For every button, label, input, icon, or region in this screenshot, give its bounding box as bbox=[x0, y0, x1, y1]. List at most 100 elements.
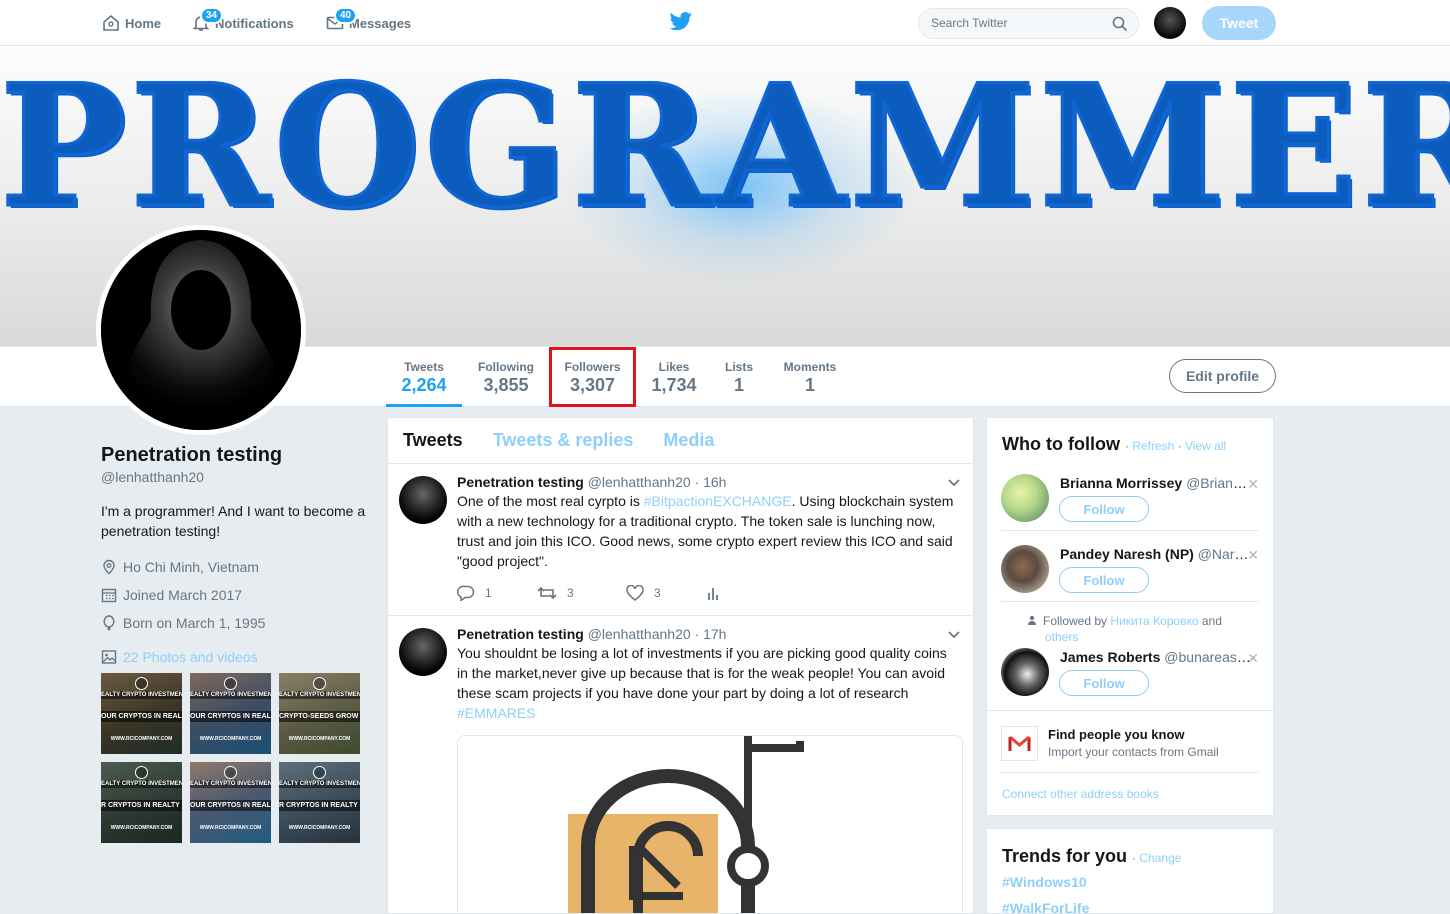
location-pin-icon bbox=[103, 559, 115, 575]
like-action[interactable]: 3 bbox=[626, 585, 706, 601]
suggestion-avatar[interactable] bbox=[1001, 545, 1049, 593]
stat-followers-value: 3,307 bbox=[569, 375, 616, 395]
profile-avatar[interactable] bbox=[96, 225, 306, 435]
suggestion-fullname: James Roberts bbox=[1060, 649, 1161, 665]
stat-likes[interactable]: Likes 1,734 bbox=[645, 347, 703, 407]
thumb-url-text: WWW.RCICOMPANY.COM bbox=[110, 736, 173, 742]
tweet-author-handle[interactable]: @lenhatthanh20 bbox=[588, 474, 691, 490]
tweet-button[interactable]: Tweet bbox=[1202, 6, 1276, 40]
search-box[interactable] bbox=[918, 8, 1139, 39]
dismiss-icon[interactable]: ✕ bbox=[1247, 547, 1259, 564]
profile-name[interactable]: Penetration testing bbox=[101, 444, 371, 467]
chevron-down-icon[interactable] bbox=[947, 630, 961, 640]
tweet-media-image[interactable] bbox=[457, 735, 963, 913]
photo-thumb[interactable]: EALTY CRYPTO INVESTMENT H OUR CRYPTOS IN … bbox=[101, 673, 182, 754]
suggestion-name[interactable]: James Roberts @bunareastrada bbox=[1060, 649, 1254, 665]
tweet-text-part: One of the most real cyrpto is bbox=[457, 493, 644, 509]
change-trends-link[interactable]: Change bbox=[1139, 851, 1181, 865]
stat-following[interactable]: Following 3,855 bbox=[470, 347, 542, 407]
profile-sidebar: Penetration testing @lenhatthanh20 I'm a… bbox=[101, 444, 371, 843]
refresh-link[interactable]: Refresh bbox=[1132, 439, 1174, 453]
twitter-bird-icon[interactable] bbox=[669, 12, 693, 35]
view-all-link[interactable]: View all bbox=[1185, 439, 1226, 453]
joined-text: Joined March 2017 bbox=[123, 587, 243, 603]
profile-handle[interactable]: @lenhatthanh20 bbox=[101, 469, 371, 485]
followed-by-others-link[interactable]: others bbox=[1045, 630, 1078, 644]
search-icon[interactable] bbox=[1112, 16, 1128, 32]
analytics-action[interactable] bbox=[706, 585, 786, 601]
follow-button[interactable]: Follow bbox=[1059, 567, 1149, 593]
account-avatar[interactable] bbox=[1154, 7, 1186, 39]
rci-logo-icon bbox=[313, 677, 326, 690]
stat-following-label: Following bbox=[478, 360, 534, 374]
photos-videos-link[interactable]: 22 Photos and videos bbox=[101, 649, 371, 665]
trend-item[interactable]: #Windows10 bbox=[1002, 874, 1087, 890]
top-navigation: Home 34 Notifications 40 Messages Tweet bbox=[0, 0, 1450, 46]
follow-button[interactable]: Follow bbox=[1059, 670, 1149, 696]
tweet-item[interactable]: Penetration testing @lenhatthanh20 · 16h… bbox=[388, 464, 973, 616]
tab-media[interactable]: Media bbox=[663, 430, 714, 451]
nav-messages[interactable]: 40 Messages bbox=[326, 0, 411, 46]
retweet-action[interactable]: 3 bbox=[537, 585, 626, 601]
followed-by-user-link[interactable]: Никита Коровко bbox=[1110, 614, 1198, 628]
followed-by-text: and bbox=[1201, 614, 1222, 628]
suggestion-name[interactable]: Pandey Naresh (NP) @NareshPandey bbox=[1060, 546, 1254, 562]
tweet-author-name[interactable]: Penetration testing bbox=[457, 626, 584, 642]
chevron-down-icon[interactable] bbox=[947, 478, 961, 488]
suggestion-item[interactable]: Brianna Morrissey @BriannaMorrissey ✕ Fo… bbox=[1001, 474, 1259, 528]
tweet-avatar[interactable] bbox=[399, 628, 447, 676]
tweet-author-handle[interactable]: @lenhatthanh20 bbox=[588, 626, 691, 642]
trends-heading: Trends for you bbox=[1002, 846, 1128, 866]
suggestion-avatar[interactable] bbox=[1001, 474, 1049, 522]
profile-joined: Joined March 2017 bbox=[101, 585, 371, 605]
suggestion-item[interactable]: James Roberts @bunareastrada ✕ Follow bbox=[1001, 648, 1259, 702]
stat-moments[interactable]: Moments 1 bbox=[777, 347, 843, 407]
tab-tweets-replies[interactable]: Tweets & replies bbox=[493, 430, 634, 451]
dismiss-icon[interactable]: ✕ bbox=[1247, 650, 1259, 667]
photo-icon bbox=[101, 650, 117, 664]
calendar-icon bbox=[101, 588, 117, 603]
thumb-top-text: EALTY CRYPTO INVESTMENT H bbox=[190, 691, 271, 699]
divider bbox=[987, 710, 1275, 711]
connect-address-books-link[interactable]: Connect other address books bbox=[1002, 787, 1159, 801]
nav-home[interactable]: Home bbox=[102, 0, 161, 46]
tweet-author-name[interactable]: Penetration testing bbox=[457, 474, 584, 490]
nav-notifications[interactable]: 34 Notifications bbox=[192, 0, 294, 46]
photos-link-text: 22 Photos and videos bbox=[123, 649, 258, 665]
tweet-avatar[interactable] bbox=[399, 476, 447, 524]
tweet-time[interactable]: · 16h bbox=[695, 474, 727, 490]
photo-thumb[interactable]: EALTY CRYPTO INVESTMENT H OUR CRYPTOS IN … bbox=[190, 762, 271, 843]
suggestion-avatar[interactable] bbox=[1001, 648, 1049, 696]
tweet-item[interactable]: Penetration testing @lenhatthanh20 · 17h… bbox=[388, 616, 973, 913]
born-text: Born on March 1, 1995 bbox=[123, 615, 266, 631]
stat-lists-label: Lists bbox=[724, 360, 753, 374]
edit-profile-button[interactable]: Edit profile bbox=[1169, 359, 1276, 393]
thumb-mid-text: OUR CRYPTOS IN REAL E bbox=[190, 800, 271, 811]
tweet-time[interactable]: · 17h bbox=[695, 626, 727, 642]
search-input[interactable] bbox=[931, 16, 1101, 30]
suggestion-item[interactable]: Pandey Naresh (NP) @NareshPandey ✕ Follo… bbox=[1001, 545, 1259, 599]
hook-logo-image bbox=[568, 736, 804, 913]
photo-thumb[interactable]: EALTY CRYPTO INVESTMENT H OUR CRYPTOS IN … bbox=[190, 673, 271, 754]
reply-action[interactable]: 1 bbox=[457, 585, 537, 601]
photo-thumb[interactable]: EALTY CRYPTO INVESTMENT H R CRYPTOS IN RE… bbox=[279, 762, 360, 843]
stat-followers-label: Followers bbox=[564, 360, 621, 374]
trend-item[interactable]: #WalkForLife bbox=[1002, 900, 1089, 913]
photo-thumb[interactable]: EALTY CRYPTO INVESTMENT H CRYPTO-SEEDS GR… bbox=[279, 673, 360, 754]
rci-logo-icon bbox=[135, 766, 148, 779]
dismiss-icon[interactable]: ✕ bbox=[1247, 476, 1259, 493]
tab-tweets[interactable]: Tweets bbox=[403, 430, 463, 451]
balloon-icon bbox=[103, 615, 115, 631]
stat-lists[interactable]: Lists 1 bbox=[719, 347, 759, 407]
suggestion-name[interactable]: Brianna Morrissey @BriannaMorrissey bbox=[1060, 475, 1254, 491]
suggestion-fullname: Pandey Naresh (NP) bbox=[1060, 546, 1194, 562]
hashtag-link[interactable]: #EMMARES bbox=[457, 705, 536, 721]
find-people-title[interactable]: Find people you know bbox=[1048, 727, 1185, 742]
hashtag-link[interactable]: #BitpactionEXCHANGE bbox=[644, 493, 792, 509]
gmail-icon[interactable] bbox=[1001, 726, 1038, 761]
stat-tweets[interactable]: Tweets 2,264 bbox=[386, 347, 462, 407]
photo-thumb[interactable]: EALTY CRYPTO INVESTMENT H R CRYPTOS IN RE… bbox=[101, 762, 182, 843]
follow-button[interactable]: Follow bbox=[1059, 496, 1149, 522]
stat-followers[interactable]: Followers 3,307 bbox=[549, 347, 636, 407]
thumb-url-text: WWW.RCICOMPANY.COM bbox=[288, 736, 351, 742]
